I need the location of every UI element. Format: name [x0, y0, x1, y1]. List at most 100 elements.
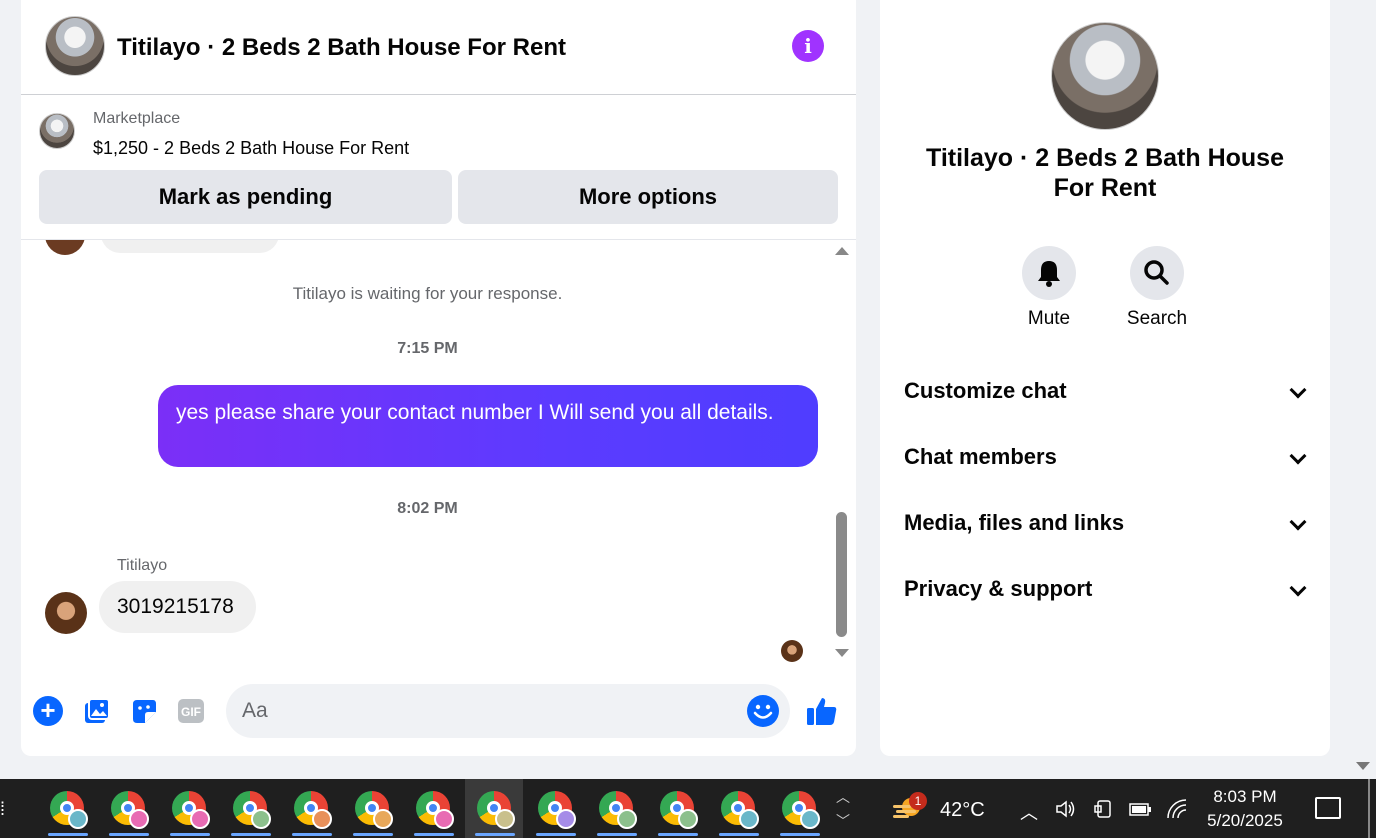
search-icon-circle[interactable] [1130, 246, 1184, 300]
message-input[interactable] [242, 684, 732, 738]
wifi-icon[interactable] [1165, 798, 1189, 820]
timestamp: 8:02 PM [397, 500, 458, 517]
running-indicator [475, 833, 515, 836]
section-customize-chat[interactable]: Customize chat [904, 371, 1307, 411]
thumbs-up-icon[interactable] [805, 694, 839, 728]
battery-icon[interactable] [1127, 799, 1153, 819]
message-input-container[interactable] [226, 684, 790, 738]
chrome-profile-taskbar-icon[interactable] [536, 789, 576, 836]
timestamp: 7:15 PM [397, 340, 458, 357]
bell-icon-circle[interactable] [1022, 246, 1076, 300]
profile-badge-icon [373, 809, 393, 829]
scrollbar-thumb[interactable] [836, 512, 847, 637]
message-scrollbar[interactable] [833, 245, 849, 665]
mark-as-pending-button[interactable]: Mark as pending [39, 170, 452, 224]
listing-title[interactable]: $1,250 - 2 Beds 2 Bath House For Rent [93, 138, 409, 159]
chat-panel: Titilayo · 2 Beds 2 Bath House For Rent … [21, 0, 856, 756]
emoji-icon[interactable] [747, 695, 779, 727]
chat-header: Titilayo · 2 Beds 2 Bath House For Rent … [21, 0, 856, 95]
chrome-profile-taskbar-icon[interactable] [170, 789, 210, 836]
running-indicator [658, 833, 698, 836]
seen-indicator-avatar [781, 640, 803, 662]
show-desktop-button[interactable] [1368, 779, 1370, 838]
notification-icon[interactable] [1315, 797, 1341, 819]
photo-icon[interactable] [82, 696, 112, 726]
profile-badge-icon [434, 809, 454, 829]
mute-button[interactable]: Mute [1009, 246, 1089, 330]
info-icon[interactable]: i [792, 30, 824, 62]
profile-badge-icon [678, 809, 698, 829]
section-chat-members[interactable]: Chat members [904, 437, 1307, 477]
chevron-up-icon[interactable]: ︿ [836, 785, 850, 809]
scroll-up-arrow-icon[interactable] [835, 247, 849, 255]
sender-avatar[interactable] [45, 592, 87, 634]
chrome-profile-taskbar-icon[interactable] [109, 789, 149, 836]
section-media-files-links[interactable]: Media, files and links [904, 503, 1307, 543]
running-indicator [48, 833, 88, 836]
section-privacy-support[interactable]: Privacy & support [904, 569, 1307, 609]
section-label: Chat members [904, 444, 1057, 469]
taskbar: ⁞ ︿ ﹀ 1 42°C ︿ 8:03 PM 5/20/2025 [0, 779, 1376, 838]
task-view-icon[interactable]: ⁞ [0, 799, 10, 821]
message-list[interactable]: Titilayo is waiting for your response. 7… [21, 240, 856, 665]
chrome-profile-taskbar-icon[interactable] [658, 789, 698, 836]
show-hidden-icons-chevron-icon[interactable]: ︿ [1020, 799, 1038, 825]
chrome-profile-taskbar-icon[interactable] [292, 789, 332, 836]
chrome-profile-taskbar-icon[interactable] [719, 789, 759, 836]
profile-avatar[interactable] [1051, 22, 1159, 130]
profile-badge-icon [739, 809, 759, 829]
taskbar-scroll[interactable]: ︿ ﹀ [836, 785, 850, 833]
chrome-profile-taskbar-icon[interactable] [353, 789, 393, 836]
previous-message-bubble[interactable] [101, 240, 279, 253]
running-indicator [292, 833, 332, 836]
mute-label: Mute [1027, 308, 1071, 329]
chat-title[interactable]: Titilayo · 2 Beds 2 Bath House For Rent [117, 34, 566, 62]
profile-badge-icon [312, 809, 332, 829]
waiting-notice: Titilayo is waiting for your response. [292, 284, 563, 303]
chrome-profile-taskbar-icon[interactable] [48, 789, 88, 836]
outgoing-message[interactable]: yes please share your contact number I W… [158, 385, 818, 467]
running-indicator [109, 833, 149, 836]
chevron-down-icon [1289, 381, 1307, 399]
scroll-down-arrow-icon[interactable] [835, 649, 849, 657]
volume-icon[interactable] [1055, 799, 1077, 819]
previous-sender-avatar [45, 240, 85, 255]
listing-thumbnail[interactable] [39, 113, 75, 149]
more-options-button[interactable]: More options [458, 170, 838, 224]
chevron-down-icon [1289, 447, 1307, 465]
device-icon[interactable] [1093, 798, 1115, 820]
running-indicator [353, 833, 393, 836]
profile-badge-icon [68, 809, 88, 829]
marketplace-label: Marketplace [93, 110, 181, 127]
svg-text:GIF: GIF [181, 705, 201, 719]
section-label: Privacy & support [904, 576, 1093, 601]
chrome-profile-taskbar-icon[interactable] [475, 789, 515, 836]
running-indicator [231, 833, 271, 836]
clock-date: 5/20/2025 [1207, 811, 1283, 830]
gif-icon[interactable]: GIF [176, 696, 206, 726]
sender-name: Titilayo [117, 557, 168, 574]
chrome-profile-taskbar-icon[interactable] [231, 789, 271, 836]
chrome-profile-taskbar-icon[interactable] [597, 789, 637, 836]
chevron-down-icon [1289, 513, 1307, 531]
running-indicator [170, 833, 210, 836]
plus-icon[interactable]: + [33, 696, 63, 726]
incoming-message[interactable]: 3019215178 [99, 581, 256, 633]
chrome-profile-taskbar-icon[interactable] [780, 789, 820, 836]
temperature[interactable]: 42°C [940, 799, 985, 822]
page-scroll-down-icon[interactable] [1356, 762, 1370, 770]
info-panel-title: Titilayo · 2 Beds 2 Bath House For Rent [926, 144, 1284, 202]
profile-badge-icon [495, 809, 515, 829]
search-conversation-button[interactable]: Search [1117, 246, 1197, 330]
profile-badge-icon [800, 809, 820, 829]
chevron-down-icon[interactable]: ﹀ [836, 809, 850, 833]
marketplace-card: Marketplace $1,250 - 2 Beds 2 Bath House… [21, 96, 856, 240]
sticker-icon[interactable] [129, 696, 159, 726]
profile-badge-icon [617, 809, 637, 829]
taskbar-clock[interactable]: 8:03 PM 5/20/2025 [1200, 785, 1290, 833]
conversation-avatar[interactable] [45, 16, 105, 76]
section-label: Customize chat [904, 378, 1067, 403]
profile-badge-icon [129, 809, 149, 829]
running-indicator [719, 833, 759, 836]
chrome-profile-taskbar-icon[interactable] [414, 789, 454, 836]
